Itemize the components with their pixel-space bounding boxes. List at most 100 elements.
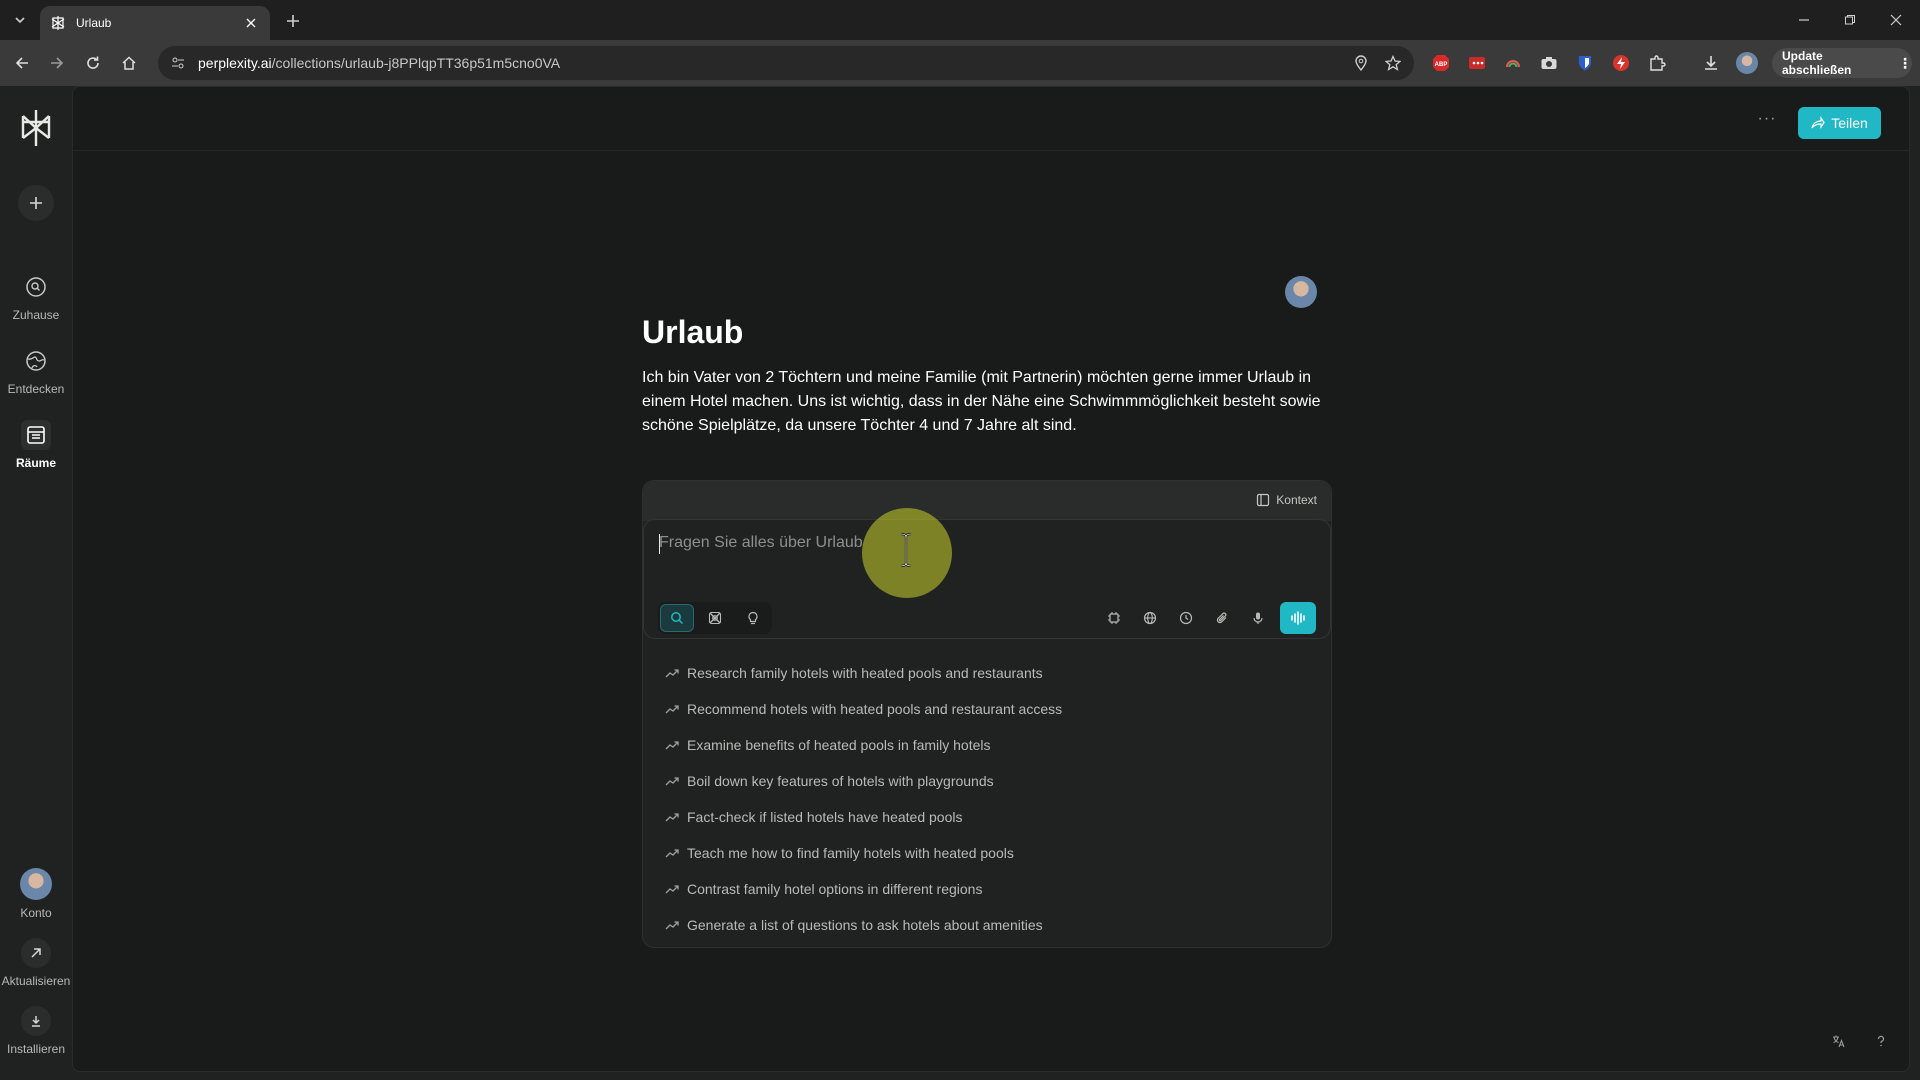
spaces-icon — [21, 420, 51, 450]
sidebar-item-label: Zuhause — [12, 308, 60, 322]
ibeam-cursor-icon — [899, 532, 913, 568]
minimize-window-icon[interactable] — [1792, 8, 1816, 32]
suggestion-item[interactable]: Recommend hotels with heated pools and r… — [665, 691, 1305, 727]
bookmark-star-icon[interactable] — [1382, 52, 1404, 74]
suggestion-item[interactable]: Research family hotels with heated pools… — [665, 655, 1305, 691]
paperclip-icon[interactable] — [1206, 602, 1238, 634]
sidebar-account[interactable]: Konto — [0, 868, 72, 920]
search-circle-icon — [21, 272, 51, 302]
browser-menu-icon[interactable]: ⋮ — [1898, 55, 1912, 72]
suggestion-item[interactable]: Generate a list of questions to ask hote… — [665, 907, 1305, 943]
restore-window-icon[interactable] — [1838, 8, 1862, 32]
trend-arrow-icon — [665, 669, 679, 678]
close-window-icon[interactable] — [1884, 8, 1908, 32]
context-button[interactable]: Kontext — [1256, 493, 1317, 507]
clock-icon[interactable] — [1170, 602, 1202, 634]
suggestion-item[interactable]: Contrast family hotel options in differe… — [665, 871, 1305, 907]
language-icon[interactable] — [1828, 1030, 1850, 1052]
trend-arrow-icon — [665, 849, 679, 858]
research-mode-button[interactable] — [698, 604, 732, 632]
flash-icon[interactable] — [1610, 52, 1632, 74]
space-owner-avatar[interactable] — [1285, 276, 1317, 308]
suggestion-item[interactable]: Examine benefits of heated pools in fami… — [665, 727, 1305, 763]
trend-arrow-icon — [665, 885, 679, 894]
new-thread-button[interactable] — [18, 185, 54, 221]
search-mode-button[interactable] — [660, 604, 694, 632]
suggestion-label: Teach me how to find family hotels with … — [687, 845, 1014, 861]
sidebar-item-spaces[interactable]: Räume — [0, 420, 72, 470]
suggestion-label: Fact-check if listed hotels have heated … — [687, 809, 963, 825]
suggestion-item[interactable]: Fact-check if listed hotels have heated … — [665, 799, 1305, 835]
share-button[interactable]: Teilen — [1798, 107, 1881, 139]
composer-tools — [1098, 602, 1316, 634]
sidebar-upgrade[interactable]: Aktualisieren — [0, 938, 72, 988]
avatar — [20, 868, 52, 900]
ask-composer: Kontext Fragen Sie alles über Urlaub Res… — [642, 480, 1332, 948]
update-label: Update abschließen — [1782, 49, 1852, 77]
browser-toolbar: perplexity.ai/collections/urlaub-j8PPlqp… — [0, 40, 1920, 86]
bitwarden-icon[interactable] — [1574, 52, 1596, 74]
extensions-puzzle-icon[interactable] — [1646, 52, 1668, 74]
browser-tab[interactable]: Urlaub — [40, 6, 270, 40]
labs-mode-button[interactable] — [736, 604, 770, 632]
space-description: Ich bin Vater von 2 Töchtern und meine F… — [642, 369, 1321, 434]
trend-arrow-icon — [665, 741, 679, 750]
close-tab-icon[interactable] — [242, 14, 260, 32]
voice-mode-button[interactable] — [1280, 602, 1316, 634]
sidebar-item-label: Räume — [15, 456, 56, 470]
upgrade-label: Aktualisieren — [1, 974, 71, 988]
perplexity-favicon-icon — [50, 15, 66, 31]
address-bar[interactable]: perplexity.ai/collections/urlaub-j8PPlqp… — [158, 46, 1414, 80]
tab-title: Urlaub — [76, 16, 112, 30]
sidebar-item-discover[interactable]: Entdecken — [0, 346, 72, 396]
lastpass-icon[interactable] — [1466, 52, 1488, 74]
suggestion-item[interactable]: Boil down key features of hotels with pl… — [665, 763, 1305, 799]
new-tab-plus-icon[interactable] — [282, 10, 304, 32]
tab-list-chevron-icon[interactable] — [10, 10, 30, 30]
model-chip-icon[interactable] — [1098, 602, 1130, 634]
home-icon[interactable] — [118, 52, 140, 74]
install-label: Installieren — [6, 1042, 66, 1056]
suggestion-list: Research family hotels with heated pools… — [665, 655, 1305, 943]
url-host: perplexity.ai — [198, 55, 272, 71]
svg-text:ABP: ABP — [1435, 62, 1448, 68]
globe-sources-icon[interactable] — [1134, 602, 1166, 634]
sidebar-item-home[interactable]: Zuhause — [0, 272, 72, 322]
research-atom-icon — [708, 611, 722, 625]
input-area — [643, 508, 1331, 639]
camera-icon[interactable] — [1538, 52, 1560, 74]
location-pin-icon[interactable] — [1350, 52, 1372, 74]
microphone-icon[interactable] — [1242, 602, 1274, 634]
more-options-button[interactable]: ··· — [1753, 107, 1781, 131]
help-question-icon[interactable] — [1870, 1030, 1892, 1052]
download-icon[interactable] — [1700, 52, 1722, 74]
globe-icon — [21, 346, 51, 376]
ask-input[interactable] — [659, 534, 1299, 552]
profile-icon[interactable] — [1736, 52, 1758, 74]
suggestion-label: Examine benefits of heated pools in fami… — [687, 737, 991, 753]
site-info-tune-icon[interactable] — [168, 53, 188, 73]
url-text: perplexity.ai/collections/urlaub-j8PPlqp… — [198, 55, 1350, 71]
back-arrow-icon[interactable] — [11, 52, 33, 74]
reload-icon[interactable] — [82, 52, 104, 74]
suggestion-label: Research family hotels with heated pools… — [687, 665, 1043, 681]
suggestion-label: Boil down key features of hotels with pl… — [687, 773, 994, 789]
rainbow-icon[interactable] — [1502, 52, 1524, 74]
update-button[interactable]: Update abschließen ⋮ — [1772, 48, 1912, 78]
book-icon — [1257, 493, 1270, 507]
perplexity-logo-icon[interactable] — [18, 108, 54, 148]
app-sidebar: Zuhause Entdecken Räume Konto Aktualisie… — [0, 86, 72, 1080]
forward-arrow-icon[interactable] — [46, 52, 68, 74]
abp-icon[interactable]: ABP — [1430, 52, 1452, 74]
arrow-up-right-icon — [21, 938, 51, 968]
browser-tabbar: Urlaub — [0, 0, 1920, 40]
lightbulb-icon — [748, 611, 758, 625]
soundwave-icon — [1291, 611, 1305, 625]
context-label: Kontext — [1276, 493, 1317, 507]
context-bar: Kontext — [643, 481, 1331, 521]
share-label: Teilen — [1831, 115, 1868, 131]
suggestion-label: Contrast family hotel options in differe… — [687, 881, 983, 897]
main-topbar: ··· Teilen — [73, 87, 1909, 151]
sidebar-install[interactable]: Installieren — [0, 1006, 72, 1056]
suggestion-item[interactable]: Teach me how to find family hotels with … — [665, 835, 1305, 871]
